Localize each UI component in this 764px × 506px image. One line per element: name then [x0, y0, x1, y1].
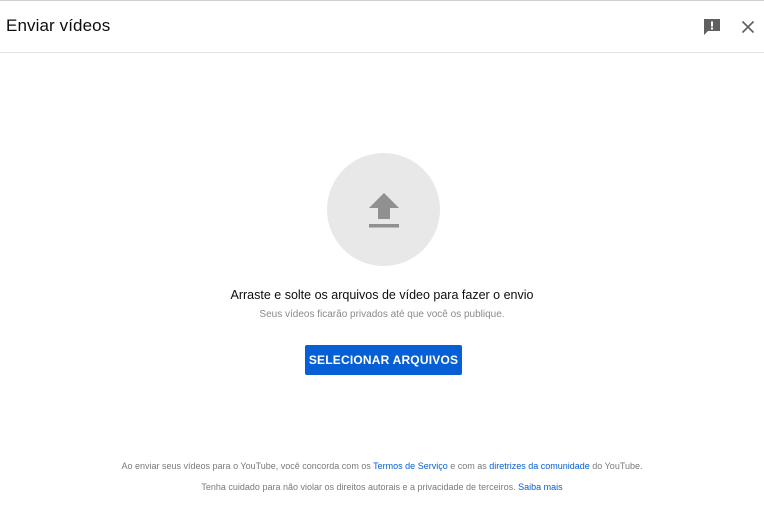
- learn-more-link[interactable]: Saiba mais: [518, 482, 563, 492]
- privacy-note: Seus vídeos ficarão privados até que voc…: [259, 309, 505, 320]
- community-guidelines-link[interactable]: diretrizes da comunidade: [489, 461, 590, 471]
- terms-middle-text: e com as: [447, 461, 490, 471]
- dialog-title: Enviar vídeos: [6, 16, 111, 35]
- copyright-notice: Tenha cuidado para não violar os direito…: [0, 482, 764, 492]
- upload-drop-zone[interactable]: [327, 153, 440, 266]
- terms-of-service-link[interactable]: Termos de Serviço: [373, 461, 448, 471]
- dialog-header: Enviar vídeos: [0, 1, 764, 53]
- upload-arrow-icon: [368, 192, 399, 227]
- upload-videos-dialog: Enviar vídeos Arraste e solte os arquivo…: [0, 0, 764, 506]
- close-button[interactable]: [734, 13, 762, 41]
- terms-notice: Ao enviar seus vídeos para o YouTube, vo…: [0, 461, 764, 471]
- feedback-button[interactable]: [698, 13, 726, 41]
- select-files-button[interactable]: SELECIONAR ARQUIVOS: [305, 345, 462, 375]
- close-icon: [741, 20, 755, 33]
- header-actions: [698, 1, 764, 52]
- terms-prefix-text: Ao enviar seus vídeos para o YouTube, vo…: [121, 461, 374, 471]
- drag-drop-instruction: Arraste e solte os arquivos de vídeo par…: [230, 288, 534, 302]
- terms-suffix-text: do YouTube.: [589, 461, 643, 471]
- upload-content: Arraste e solte os arquivos de vídeo par…: [0, 53, 764, 506]
- feedback-icon: [704, 18, 720, 35]
- copyright-text: Tenha cuidado para não violar os direito…: [201, 482, 519, 492]
